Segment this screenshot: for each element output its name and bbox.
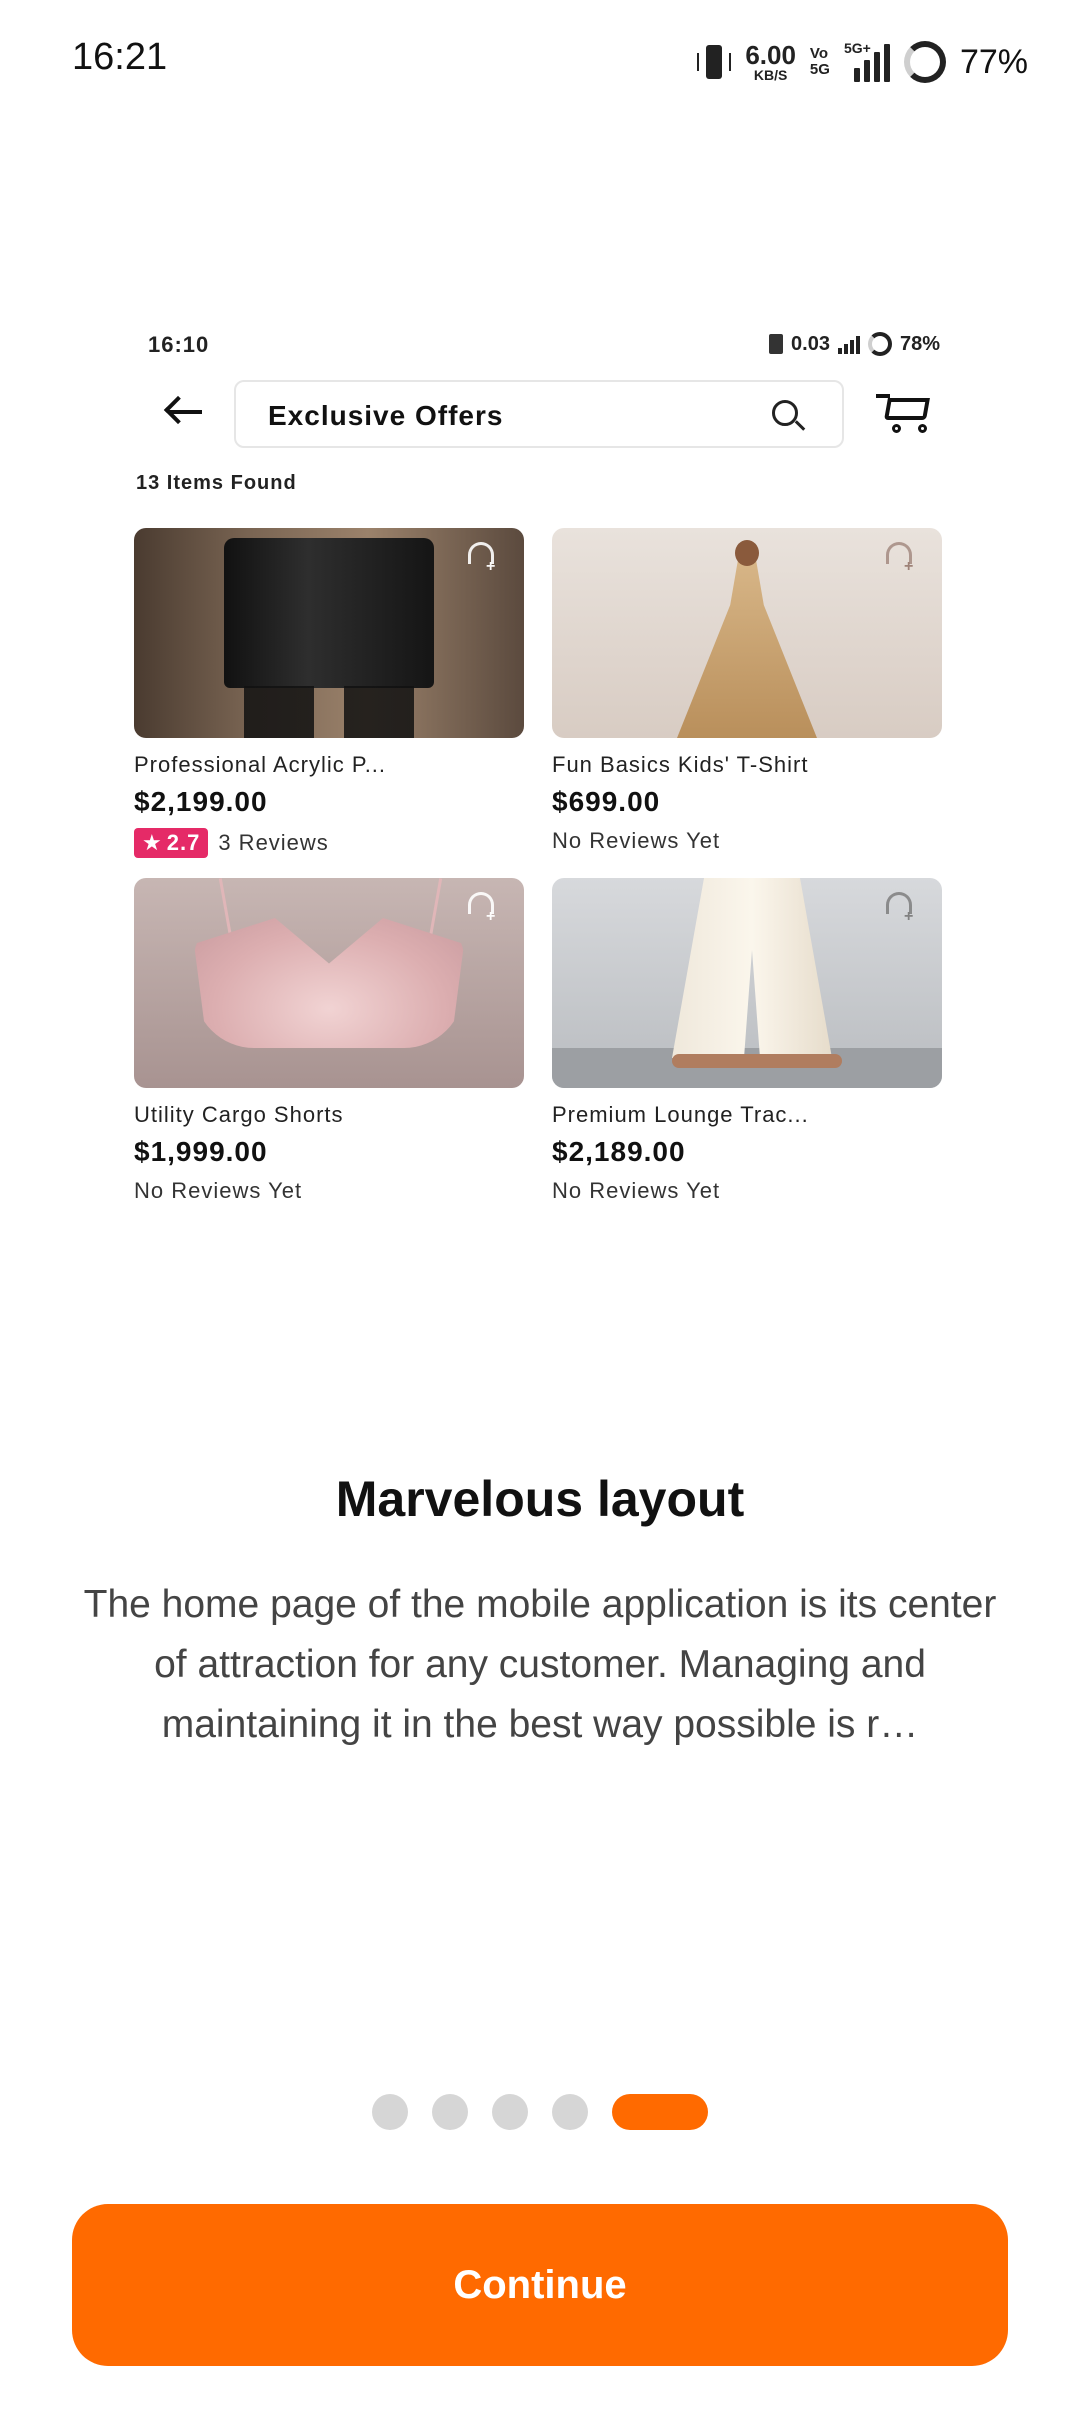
status-icons: 6.00 KB/S Vo 5G 5G+ 77% (697, 38, 1028, 86)
page-dot-5-active[interactable] (612, 2094, 708, 2130)
signal-icon (837, 334, 860, 354)
product-image: + (134, 878, 524, 1088)
net-speed-unit: KB/S (753, 67, 788, 83)
preview-search-field: Exclusive Offers (234, 380, 844, 448)
rating-badge: ★ 2.7 (134, 828, 209, 858)
review-count: No Reviews Yet (134, 1178, 303, 1203)
product-title: Utility Cargo Shorts (134, 1102, 344, 1127)
vibrate-icon (697, 43, 732, 81)
product-price: $2,199.00 (134, 786, 268, 817)
preview-status-bar: 16:10 0.03 78% (148, 332, 940, 372)
preview-battery: 78% (899, 332, 940, 355)
back-arrow-icon (162, 390, 206, 434)
wishlist-heart-icon: + (462, 888, 502, 928)
preview-header: Exclusive Offers (148, 378, 948, 448)
page-dot-2[interactable] (432, 2094, 468, 2130)
product-image: + (552, 528, 942, 738)
page-dot-3[interactable] (492, 2094, 528, 2130)
star-icon: ★ (142, 830, 163, 855)
product-reviews: No Reviews Yet (552, 828, 942, 854)
battery-percent: 77% (959, 42, 1028, 81)
product-title: Fun Basics Kids' T-Shirt (552, 752, 809, 777)
net-speed: 6.00 KB/S (745, 42, 796, 82)
wishlist-heart-icon: + (880, 888, 920, 928)
product-card: + Utility Cargo Shorts $1,999.00 No Revi… (134, 878, 524, 1204)
preview-time: 16:10 (148, 332, 210, 357)
product-reviews: No Reviews Yet (134, 1178, 524, 1204)
product-reviews: ★ 2.7 3 Reviews (134, 828, 524, 858)
battery-icon (903, 41, 946, 83)
product-price: $1,999.00 (134, 1136, 268, 1167)
onboarding-title: Marvelous layout (335, 1471, 745, 1527)
search-icon (772, 400, 806, 434)
status-time: 16:21 (72, 36, 168, 78)
wishlist-heart-icon: + (880, 538, 920, 578)
items-found-count: 13 Items Found (136, 472, 297, 494)
product-card: + Fun Basics Kids' T-Shirt $699.00 No Re… (552, 528, 942, 854)
product-title: Professional Acrylic P... (134, 752, 387, 777)
product-image: + (552, 878, 942, 1088)
status-bar: 16:21 6.00 KB/S Vo 5G 5G+ 77% (0, 0, 1080, 120)
preview-net-speed: 0.03 (791, 332, 830, 355)
signal-icon: 5G+ (843, 40, 890, 82)
battery-icon (867, 332, 892, 356)
product-image: + (134, 528, 524, 738)
product-card: + Professional Acrylic P... $2,199.00 ★ 2… (134, 528, 524, 858)
preview-search-value: Exclusive Offers (268, 400, 504, 431)
review-count: No Reviews Yet (552, 1178, 721, 1203)
net-speed-value: 6.00 (745, 40, 796, 70)
vibrate-icon (769, 334, 784, 354)
volte-icon: Vo 5G (809, 45, 830, 78)
product-card: + Premium Lounge Trac... $2,189.00 No Re… (552, 878, 942, 1204)
product-price: $2,189.00 (552, 1136, 686, 1167)
product-reviews: No Reviews Yet (552, 1178, 942, 1204)
continue-button[interactable]: Continue (72, 2204, 1008, 2366)
wishlist-heart-icon: + (462, 538, 502, 578)
onboarding-description: The home page of the mobile application … (83, 1583, 997, 1746)
page-indicator (0, 2094, 1080, 2130)
screen-preview: 16:10 0.03 78% Exclusive Offers 13 Items… (120, 320, 960, 1220)
preview-status-icons: 0.03 78% (769, 332, 940, 356)
network-type: 5G+ (843, 40, 871, 56)
review-count: No Reviews Yet (552, 828, 721, 853)
product-title: Premium Lounge Trac... (552, 1102, 809, 1127)
review-count: 3 Reviews (218, 830, 329, 855)
cart-icon (876, 388, 936, 438)
page-dot-4[interactable] (552, 2094, 588, 2130)
page-dot-1[interactable] (372, 2094, 408, 2130)
product-price: $699.00 (552, 786, 661, 817)
